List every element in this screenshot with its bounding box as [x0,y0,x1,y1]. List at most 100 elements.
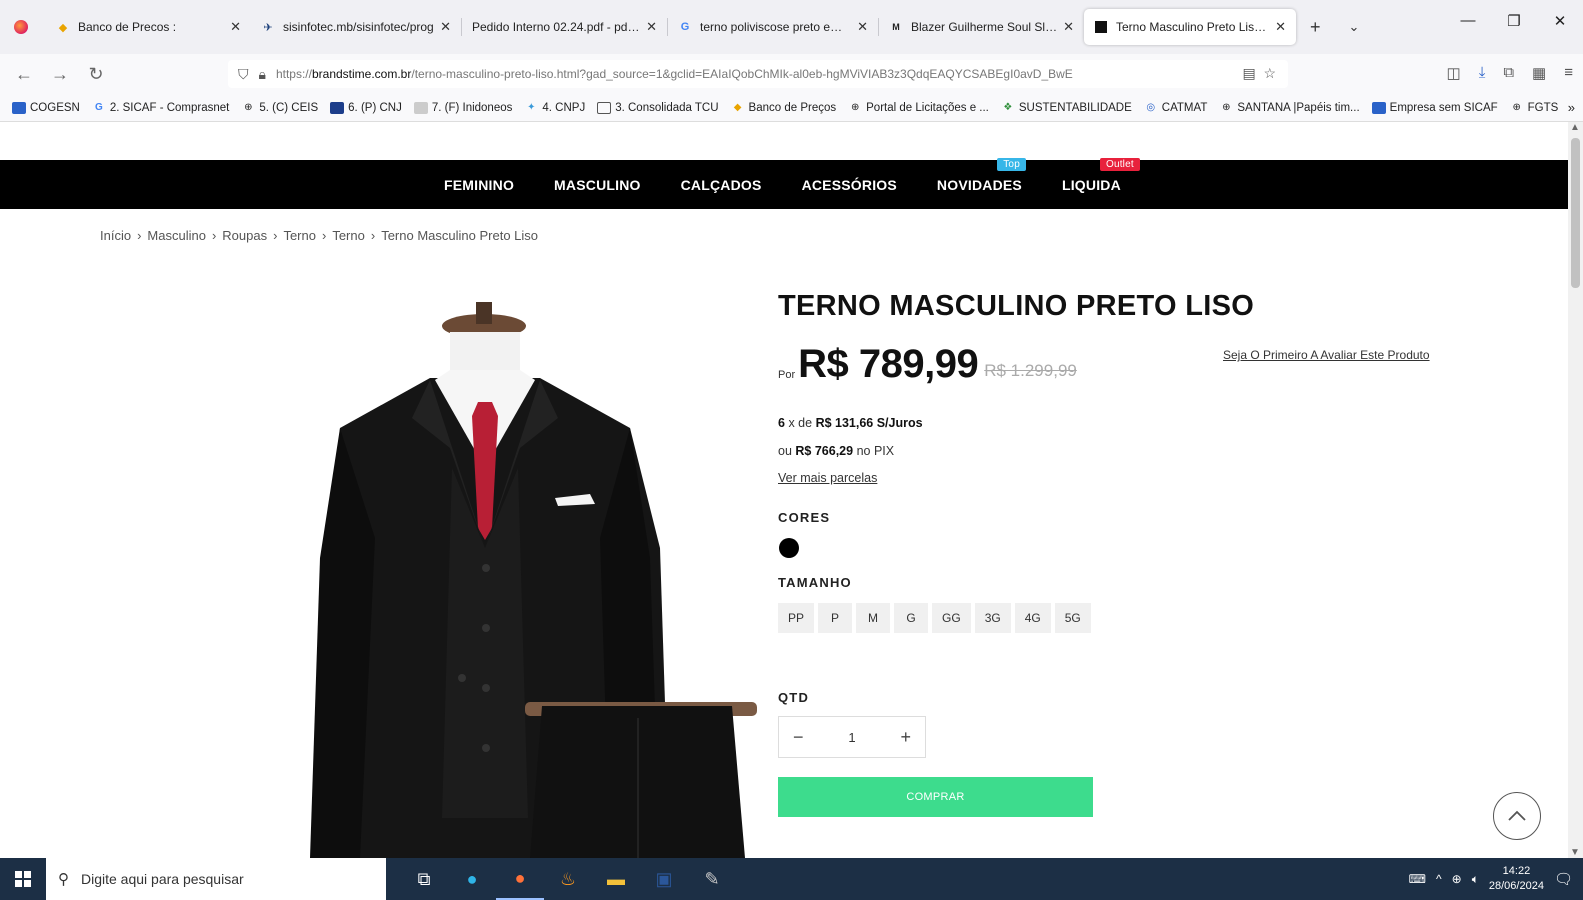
address-bar[interactable]: ⛉ 🔒︎ https://brandstime.com.br/terno-mas… [228,60,1288,88]
windows-start-button[interactable] [0,858,46,900]
close-icon[interactable]: ✕ [646,19,657,35]
breadcrumb-inicio[interactable]: Início [100,228,131,243]
close-icon[interactable]: ✕ [1275,19,1286,35]
bookmark-cnpj[interactable]: ✦ 4. CNPJ [524,102,585,114]
edge-icon[interactable]: ● [448,858,496,900]
scroll-down-icon[interactable]: ▼ [1570,847,1580,858]
bookmark-sicaf[interactable]: G 2. SICAF - Comprasnet [92,102,229,114]
flame-app-icon[interactable]: ♨ [544,858,592,900]
word-icon[interactable]: ▣ [640,858,688,900]
back-arrow-icon[interactable]: ← [6,64,42,85]
bookmark-cogesn[interactable]: COGESN [12,101,80,114]
size-option[interactable]: P [818,603,853,633]
size-option[interactable]: PP [778,603,815,633]
volume-icon[interactable]: 🔈︎ [1472,872,1479,887]
breadcrumb-roupas[interactable]: Roupas [222,228,267,243]
tab-banco-de-precos[interactable]: ◆ Banco de Precos : ✕ [46,9,251,45]
window-close-button[interactable]: ✕ [1537,12,1583,30]
taskbar-search-box[interactable]: ⚲ Digite aqui para pesquisar [46,858,386,900]
size-option[interactable]: G [894,603,929,633]
size-option[interactable]: GG [932,603,971,633]
taskbar-search-placeholder: Digite aqui para pesquisar [81,871,244,887]
minimize-button[interactable]: — [1445,12,1491,30]
tab-pedido-interno[interactable]: Pedido Interno 02.24.pdf - pdf_Pe ✕ [462,9,667,45]
tray-chevron-up-icon[interactable]: ^ [1436,872,1442,886]
more-installments-link[interactable]: Ver mais parcelas [778,471,877,485]
tab-sisinfotec[interactable]: ✈ sisinfotec.mb/sisinfotec/prog ✕ [251,9,461,45]
bookmarks-overflow-icon[interactable]: » [1568,100,1575,115]
bookmark-tcu[interactable]: 3. Consolidada TCU [597,101,719,114]
size-option[interactable]: 3G [974,603,1011,633]
bookmark-empresa-sem-sicaf[interactable]: Empresa sem SICAF [1371,101,1498,114]
nav-masculino[interactable]: MASCULINO [554,177,641,193]
paint-icon[interactable]: ✎ [688,858,736,900]
close-icon[interactable]: ✕ [857,19,868,35]
bookmark-fgts[interactable]: ⊕ FGTS [1510,102,1558,114]
bookmark-sustentabilidade[interactable]: ❖ SUSTENTABILIDADE [1001,102,1131,114]
keyboard-icon[interactable]: ⌨ [1409,872,1426,886]
bookmark-label: Portal de Licitações e ... [866,101,989,114]
file-explorer-icon[interactable]: ▬ [592,858,640,900]
top-badge: Top [997,157,1026,171]
outlet-badge: Outlet [1099,157,1140,171]
restore-button[interactable]: ❐ [1491,12,1537,30]
bookmark-inidoneos[interactable]: 7. (F) Inidoneos [413,101,512,114]
network-icon[interactable]: ⊕ [1452,872,1462,886]
close-icon[interactable]: ✕ [230,19,241,35]
clock[interactable]: 14:22 28/06/2024 [1489,864,1544,894]
scroll-to-top-button[interactable] [1493,792,1541,840]
pocket-icon[interactable]: ◫ [1447,64,1461,82]
menu-icon[interactable]: ≡ [1564,64,1573,82]
lock-icon[interactable]: 🔒︎ [259,66,266,83]
task-view-icon[interactable]: ⧉ [400,858,448,900]
bookmark-label: SANTANA |Papéis tim... [1237,101,1360,114]
bookmark-santana[interactable]: ⊕ SANTANA |Papéis tim... [1219,101,1360,114]
size-option[interactable]: 5G [1054,603,1091,633]
page-scrollbar[interactable]: ▲ ▼ [1568,122,1583,858]
breadcrumb-masculino[interactable]: Masculino [147,228,206,243]
nav-liquida[interactable]: LIQUIDA Outlet [1062,157,1140,193]
tab-terno-active[interactable]: Terno Masculino Preto Liso - C ✕ [1084,9,1296,45]
firefox-icon[interactable] [14,20,28,34]
qr-icon[interactable]: ▦ [1532,64,1546,82]
extensions-icon[interactable]: ⧉ [1503,64,1514,82]
breadcrumb-terno-2[interactable]: Terno [332,228,365,243]
notifications-icon[interactable]: 🗨︎ [1554,870,1573,888]
size-option[interactable]: 4G [1014,603,1051,633]
nav-feminino[interactable]: FEMININO [444,177,514,193]
nav-calcados[interactable]: CALÇADOS [681,177,762,193]
review-link[interactable]: Seja O Primeiro A Avaliar Este Produto [1223,348,1430,362]
bookmark-portal-licitacoes[interactable]: ⊕ Portal de Licitações e ... [848,102,989,114]
breadcrumb-terno[interactable]: Terno [283,228,316,243]
tcu-icon [597,101,612,114]
bookmark-banco-precos[interactable]: ◆ Banco de Preços [731,102,836,114]
forward-arrow-icon[interactable]: → [42,64,78,85]
shield-icon[interactable]: ⛉ [238,66,249,83]
nav-acessorios[interactable]: ACESSÓRIOS [802,177,897,193]
reader-view-icon[interactable]: ▤ ☆ [1242,65,1276,82]
tab-blazer[interactable]: M Blazer Guilherme Soul Slim Fit ✕ [879,9,1084,45]
qty-minus-button[interactable]: − [793,727,804,748]
scroll-up-icon[interactable]: ▲ [1570,122,1580,133]
current-price: R$ 789,99 [798,342,979,386]
nav-novidades[interactable]: NOVIDADES Top [937,157,1026,193]
new-tab-button[interactable]: + [1296,17,1335,38]
buy-button[interactable]: COMPRAR [778,777,1093,817]
close-icon[interactable]: ✕ [1063,19,1074,35]
download-icon[interactable]: ⤓ [1479,64,1486,82]
tab-list-chevron-icon[interactable]: ⌄ [1335,19,1374,35]
bookmark-ceis[interactable]: ⊕ 5. (C) CEIS [241,102,318,114]
bookmark-cnj[interactable]: 6. (P) CNJ [330,101,402,114]
tab-google-search[interactable]: G terno poliviscose preto em co ✕ [668,9,878,45]
color-swatch-black[interactable] [779,538,799,558]
qty-plus-button[interactable]: + [900,727,911,748]
bookmark-catmat[interactable]: ◎ CATMAT [1144,102,1207,114]
close-icon[interactable]: ✕ [440,19,451,35]
reload-icon[interactable]: ↻ [78,64,114,85]
product-image[interactable] [300,298,760,858]
size-option[interactable]: M [856,603,891,633]
qty-value[interactable]: 1 [848,730,855,745]
windows-taskbar: ⚲ Digite aqui para pesquisar ⧉ ● ● ♨ ▬ ▣… [0,858,1583,900]
scrollbar-thumb[interactable] [1571,138,1580,288]
firefox-taskbar-icon[interactable]: ● [496,858,544,900]
